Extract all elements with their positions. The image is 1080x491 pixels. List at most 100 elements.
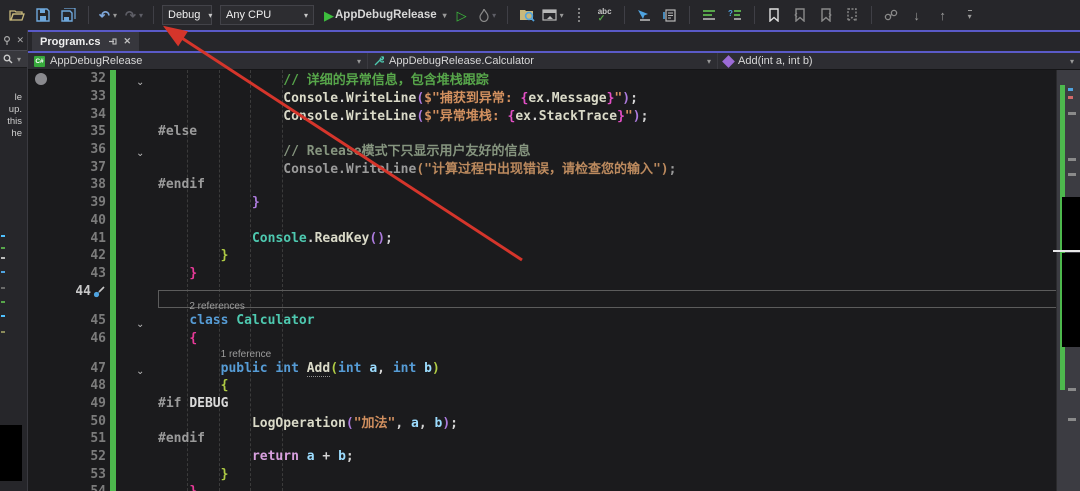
breakpoint-margin[interactable]	[28, 212, 50, 230]
breakpoint-margin[interactable]	[28, 194, 50, 212]
tab-program-cs[interactable]: Program.cs ✕	[32, 32, 139, 51]
breakpoint-margin[interactable]	[28, 412, 50, 430]
undo-dropdown-icon[interactable]: ▾	[113, 11, 117, 20]
breakpoint-margin[interactable]	[28, 465, 50, 483]
find-in-files-button[interactable]	[516, 4, 538, 26]
collapse-chevron-icon[interactable]: ⌄	[136, 319, 144, 330]
line-number: 35	[50, 124, 106, 139]
navigate-links-button[interactable]	[880, 4, 902, 26]
start-debugging-button[interactable]: ▶ AppDebugRelease ▾	[324, 4, 447, 26]
start-without-debugging-button[interactable]: ▷	[451, 4, 473, 26]
breakpoint-margin[interactable]	[28, 300, 50, 312]
redo-dropdown-icon[interactable]: ▾	[139, 11, 143, 20]
line-number: 36	[50, 142, 106, 157]
comment-lines-button[interactable]	[698, 4, 720, 26]
project-dropdown[interactable]: C# AppDebugRelease ▾	[28, 53, 368, 69]
tab-close-icon[interactable]: ✕	[124, 36, 132, 47]
search-dropdown-icon[interactable]: ▾	[17, 55, 21, 64]
line-number: 46	[50, 331, 106, 346]
breakpoint-margin[interactable]	[28, 448, 50, 466]
member-dropdown-icon: ▾	[1070, 57, 1074, 66]
change-tracking-bar	[110, 123, 116, 141]
change-tracking-bar	[110, 212, 116, 230]
collapse-chevron-icon[interactable]: ⌄	[136, 366, 144, 377]
breakpoint-margin[interactable]	[28, 395, 50, 413]
solution-platform-combo[interactable]: Any CPU ▾	[220, 5, 314, 25]
type-dropdown-icon: ▾	[707, 57, 711, 66]
previous-bookmark-button[interactable]	[789, 4, 811, 26]
codelens-row[interactable]: 2 references	[28, 300, 1080, 312]
pin-icon[interactable]	[3, 36, 12, 45]
black-overlay-patch	[1062, 197, 1080, 250]
breakpoint-margin[interactable]	[28, 123, 50, 141]
change-tracking-bar	[110, 395, 116, 413]
breakpoint-margin[interactable]	[28, 430, 50, 448]
column-guides-button[interactable]	[568, 4, 590, 26]
hot-reload-dropdown-icon[interactable]: ▾	[492, 11, 496, 20]
member-name: Add(int a, int b)	[738, 55, 813, 67]
navigate-up-button[interactable]: ↑	[932, 4, 954, 26]
open-folder-icon	[9, 8, 25, 22]
breakpoint-margin[interactable]	[28, 312, 50, 330]
change-tracking-bar	[110, 176, 116, 194]
code-line: 37Console.WriteLine("计算过程中出现错误，请检查您的输入")…	[28, 158, 1080, 176]
toggle-bookmark-button[interactable]	[763, 4, 785, 26]
breakpoint-margin[interactable]	[28, 377, 50, 395]
toolwindow-search-box[interactable]: ▾	[0, 50, 27, 68]
search-icon	[3, 54, 13, 64]
breakpoint-margin[interactable]	[28, 176, 50, 194]
play-outline-icon: ▷	[457, 9, 467, 22]
breakpoint-circle-icon[interactable]	[35, 73, 47, 85]
breakpoint-margin[interactable]	[28, 88, 50, 106]
navigator-dropdown-icon[interactable]: ▾	[560, 11, 564, 20]
codelens-row[interactable]: 1 reference	[28, 347, 1080, 359]
breakpoint-margin[interactable]	[28, 330, 50, 348]
format-document-button[interactable]	[659, 4, 681, 26]
save-all-button[interactable]	[58, 4, 80, 26]
solution-configuration-combo[interactable]: Debug ▾	[162, 5, 212, 25]
line-number: 48	[50, 378, 106, 393]
code-editor[interactable]: 32⌄// 详细的异常信息，包含堆栈跟踪33Console.WriteLine(…	[28, 70, 1080, 491]
breakpoint-margin[interactable]	[28, 141, 50, 159]
dotted-column-icon	[575, 8, 583, 22]
code-line: 49#if DEBUG	[28, 395, 1080, 413]
breakpoint-margin[interactable]	[28, 265, 50, 283]
breakpoint-margin[interactable]	[28, 105, 50, 123]
redo-button[interactable]: ↷ ▾	[123, 4, 145, 26]
ide-navigator-button[interactable]: ▾	[542, 4, 564, 26]
uncomment-lines-button[interactable]: ?	[724, 4, 746, 26]
breakpoint-margin[interactable]	[28, 282, 50, 300]
next-bookmark-button[interactable]	[815, 4, 837, 26]
code-text: // Release模式下只显示用户友好的信息	[158, 140, 1080, 159]
breakpoint-margin[interactable]	[28, 70, 50, 88]
save-button[interactable]	[32, 4, 54, 26]
breakpoint-margin[interactable]	[28, 359, 50, 377]
breakpoint-margin[interactable]	[28, 229, 50, 247]
breakpoint-margin[interactable]	[28, 347, 50, 359]
member-dropdown[interactable]: Add(int a, int b) ▾	[718, 53, 1080, 69]
hot-reload-button[interactable]: ▾	[477, 4, 499, 26]
toolbar-overflow-button[interactable]: ▾	[958, 4, 980, 26]
spell-check-button[interactable]: abc✓	[594, 4, 616, 26]
code-line: 45⌄class Calculator	[28, 312, 1080, 330]
navigation-bar: C# AppDebugRelease ▾ AppDebugRelease.Cal…	[28, 51, 1080, 70]
run-dropdown-icon[interactable]: ▾	[443, 11, 447, 20]
type-dropdown[interactable]: AppDebugRelease.Calculator ▾	[368, 53, 718, 69]
navigate-down-button[interactable]: ↓	[906, 4, 928, 26]
breakpoint-margin[interactable]	[28, 158, 50, 176]
collapse-chevron-icon[interactable]: ⌄	[136, 148, 144, 159]
breakpoint-margin[interactable]	[28, 483, 50, 491]
selection-mode-button[interactable]	[633, 4, 655, 26]
tab-pin-icon[interactable]	[108, 37, 117, 46]
close-icon[interactable]: ✕	[16, 35, 24, 46]
code-line: 39}	[28, 194, 1080, 212]
change-tracking-bar	[110, 105, 116, 123]
clear-bookmarks-button[interactable]	[841, 4, 863, 26]
project-name: AppDebugRelease	[50, 55, 142, 67]
collapse-chevron-icon[interactable]: ⌄	[136, 77, 144, 88]
code-text: #endif	[158, 431, 1080, 446]
breakpoint-margin[interactable]	[28, 247, 50, 265]
code-text: #if DEBUG	[158, 396, 1080, 411]
undo-button[interactable]: ↶ ▾	[97, 4, 119, 26]
open-file-button[interactable]	[6, 4, 28, 26]
